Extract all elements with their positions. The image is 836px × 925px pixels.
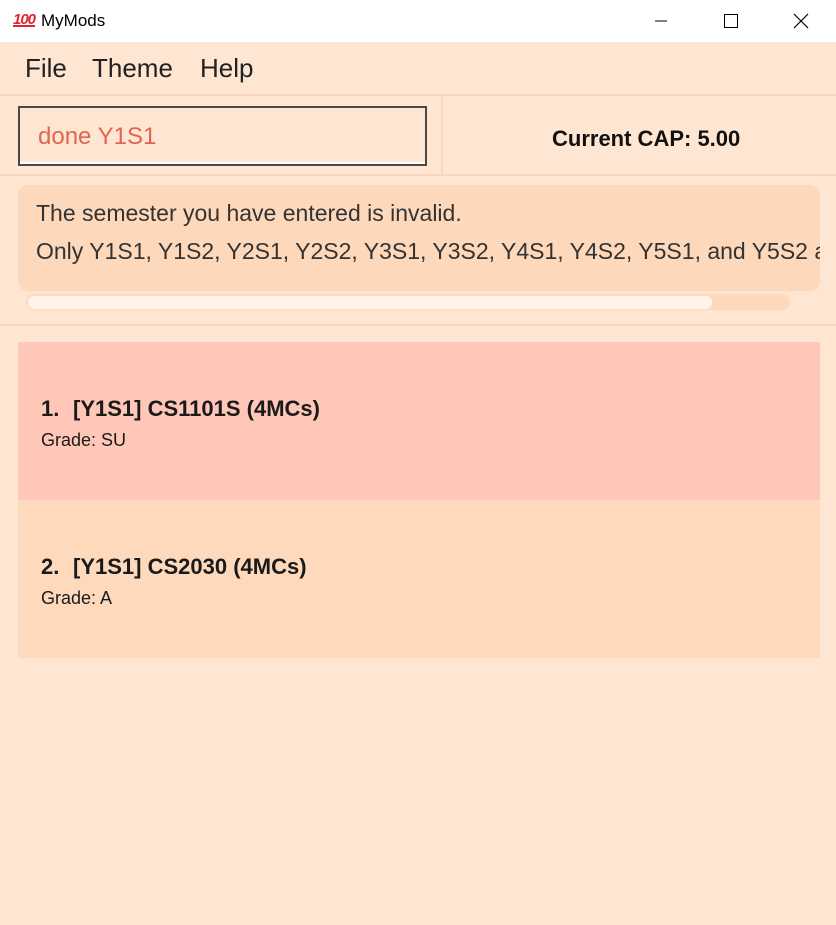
command-underline <box>20 162 425 164</box>
result-message-line-1: The semester you have entered is invalid… <box>36 200 462 226</box>
horizontal-scrollbar[interactable] <box>26 294 790 310</box>
module-grade: Grade: A <box>41 588 113 608</box>
module-index: 1. <box>41 396 60 421</box>
menu-file[interactable]: File <box>25 52 67 84</box>
module-card[interactable]: 1. [Y1S1] CS1101S (4MCs) Grade: SU <box>18 342 820 500</box>
close-button[interactable] <box>766 0 836 42</box>
module-list: 1. [Y1S1] CS1101S (4MCs) Grade: SU 2. [Y1S… <box>18 342 820 658</box>
module-title: 1. [Y1S1] CS1101S (4MCs) <box>41 395 320 423</box>
command-box[interactable] <box>18 106 427 166</box>
window-title: MyMods <box>41 11 106 30</box>
maximize-button[interactable] <box>696 0 766 42</box>
result-display: The semester you have entered is invalid… <box>0 176 836 326</box>
minimize-icon <box>655 20 667 22</box>
hundred-points-icon: 100 <box>13 11 36 28</box>
module-index: 2. <box>41 554 60 579</box>
maximize-icon <box>724 14 738 28</box>
result-message-line-2: Only Y1S1, Y1S2, Y2S1, Y2S2, Y3S1, Y3S2,… <box>36 238 820 264</box>
module-card[interactable]: 2. [Y1S1] CS2030 (4MCs) Grade: A <box>18 500 820 658</box>
scrollbar-thumb[interactable] <box>28 296 712 309</box>
row-divider <box>441 96 443 174</box>
current-cap-label: Current CAP: 5.00 <box>552 126 741 151</box>
app-window: 100 MyMods File Theme Help done Y1S1 Cur… <box>0 0 836 925</box>
menu-theme[interactable]: Theme <box>92 52 173 84</box>
command-input[interactable] <box>38 122 418 152</box>
command-row: Current CAP: 5.00 <box>0 94 836 176</box>
result-box: The semester you have entered is invalid… <box>18 185 820 291</box>
close-icon <box>793 13 809 29</box>
module-name: [Y1S1] CS2030 (4MCs) <box>73 554 307 579</box>
menu-help[interactable]: Help <box>200 52 253 84</box>
module-title: 2. [Y1S1] CS2030 (4MCs) <box>41 553 307 581</box>
title-bar: 100 MyMods <box>0 0 836 42</box>
menu-bar: File Theme Help <box>0 42 836 94</box>
module-grade: Grade: SU <box>41 430 127 450</box>
module-name: [Y1S1] CS1101S (4MCs) <box>73 396 320 421</box>
minimize-button[interactable] <box>626 0 696 42</box>
